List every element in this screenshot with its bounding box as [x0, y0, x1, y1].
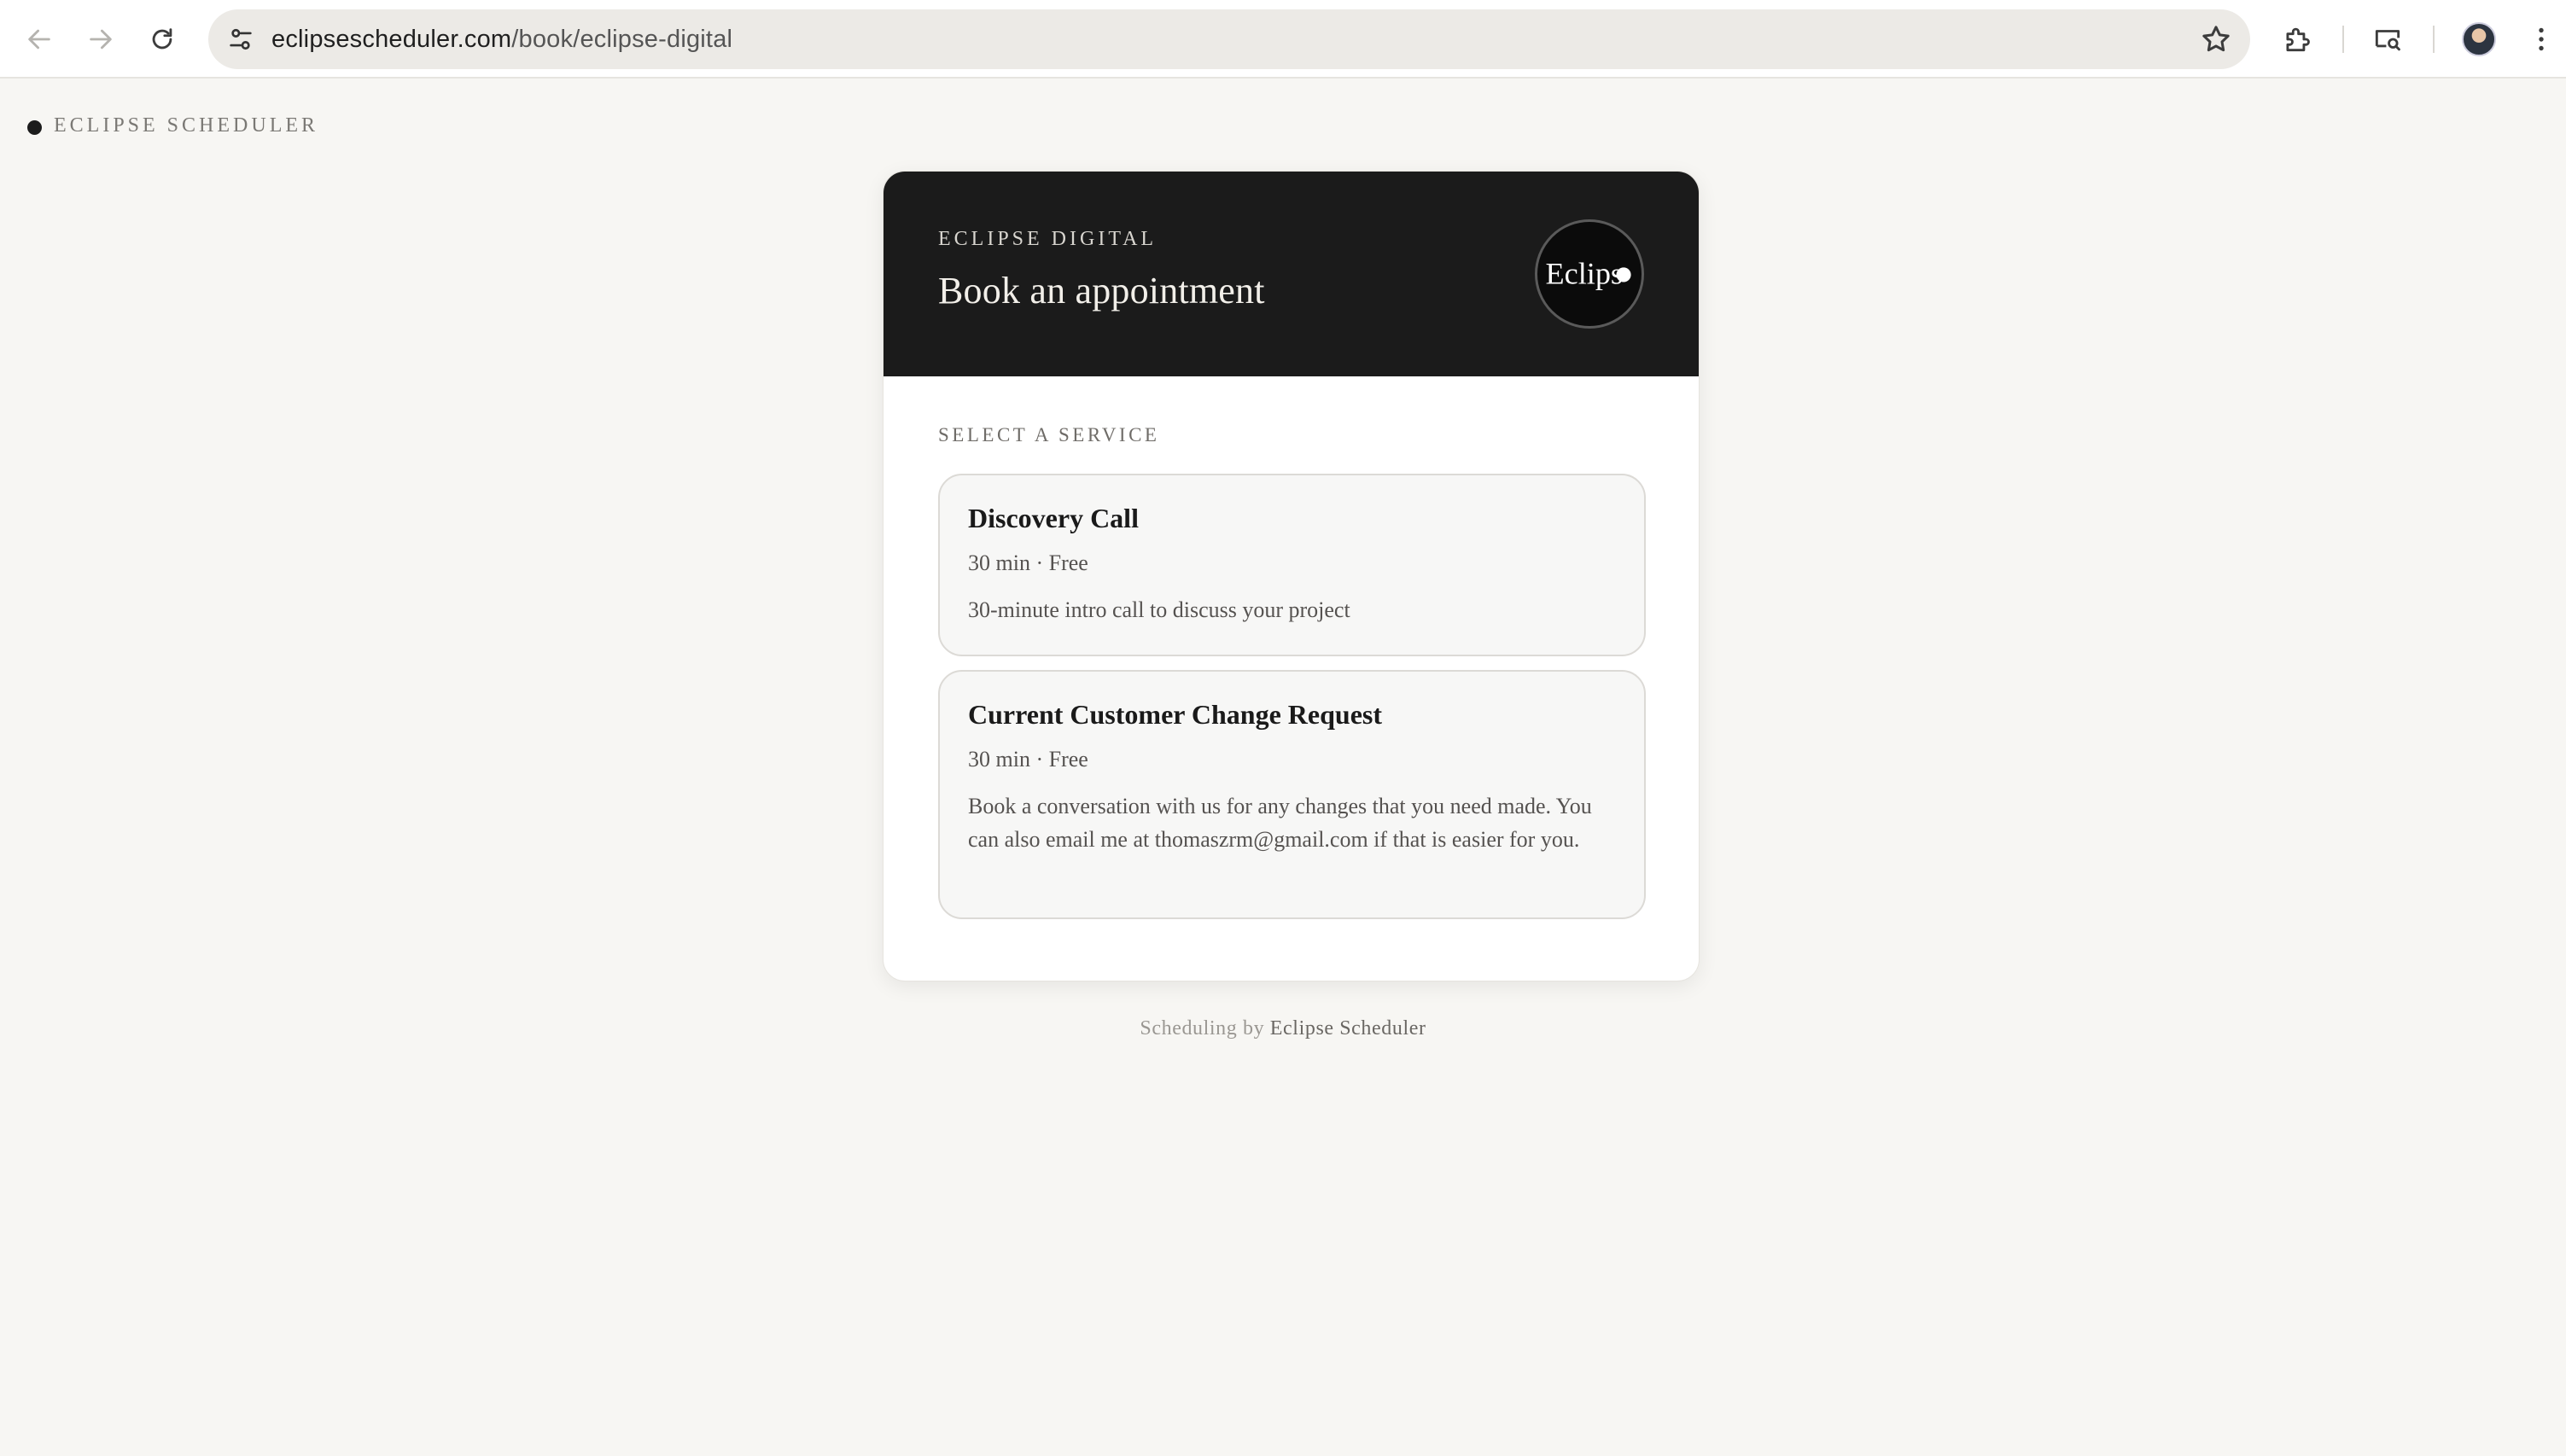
- booking-card: ECLIPSE DIGITAL Book an appointment Ecli…: [883, 171, 1700, 981]
- service-meta: 30 min · Free: [968, 747, 1088, 772]
- service-meta: 30 min · Free: [968, 550, 1088, 575]
- browser-toolbar: eclipsescheduler.com/book/eclipse-digita…: [0, 0, 2566, 79]
- back-button[interactable]: [19, 19, 60, 60]
- eclipse-logo-icon: Eclips: [1546, 256, 1631, 290]
- brand-link[interactable]: ECLIPSE SCHEDULER: [27, 114, 318, 137]
- star-icon[interactable]: [2199, 22, 2233, 56]
- service-option-discovery-call[interactable]: Discovery Call 30 min · Free 30-minute i…: [938, 474, 1646, 656]
- toolbar-separator: [2433, 26, 2435, 53]
- service-title: Current Customer Change Request: [968, 699, 1383, 730]
- service-description: Book a conversation with us for any chan…: [968, 794, 1592, 852]
- cast-search-icon[interactable]: [2368, 20, 2407, 59]
- url-text: eclipsescheduler.com/book/eclipse-digita…: [271, 26, 732, 54]
- section-label: SELECT A SERVICE: [938, 424, 1160, 446]
- url-path: /book/eclipse-digital: [511, 25, 733, 53]
- arrow-right-icon: [90, 29, 112, 50]
- brand-dot-icon: [27, 120, 42, 135]
- forward-button[interactable]: [80, 19, 121, 60]
- brand-name: ECLIPSE SCHEDULER: [54, 114, 319, 137]
- footer: Scheduling by Eclipse Scheduler: [0, 1017, 2566, 1040]
- puzzle-icon[interactable]: [2277, 20, 2317, 59]
- card-header: ECLIPSE DIGITAL Book an appointment Ecli…: [884, 172, 1699, 376]
- service-title: Discovery Call: [968, 503, 1139, 533]
- toolbar-separator: [2342, 26, 2344, 53]
- page-title: Book an appointment: [938, 270, 1265, 312]
- service-option-change-request[interactable]: Current Customer Change Request 30 min ·…: [938, 670, 1646, 919]
- logo-text: Eclips: [1546, 256, 1624, 290]
- service-description: 30-minute intro call to discuss your pro…: [968, 597, 1350, 622]
- footer-link[interactable]: Eclipse Scheduler: [1270, 1017, 1426, 1040]
- arrow-left-icon: [28, 29, 50, 50]
- avatar[interactable]: [2462, 22, 2496, 56]
- tune-icon[interactable]: [224, 22, 258, 56]
- reload-button[interactable]: [142, 19, 183, 60]
- reload-icon: [152, 28, 172, 50]
- kebab-menu-icon[interactable]: [2522, 20, 2561, 59]
- org-name: ECLIPSE DIGITAL: [938, 228, 1158, 250]
- address-bar[interactable]: eclipsescheduler.com/book/eclipse-digita…: [208, 9, 2250, 69]
- url-host: eclipsescheduler.com: [271, 25, 512, 53]
- org-logo: Eclips: [1535, 219, 1644, 329]
- footer-prefix: Scheduling by: [1140, 1017, 1265, 1040]
